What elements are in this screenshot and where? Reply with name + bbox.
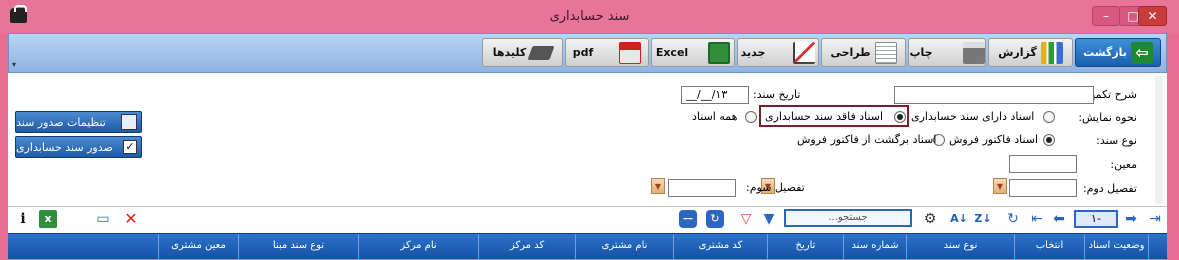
filter-icon[interactable]: ▼: [760, 210, 778, 228]
design-label: طراحی: [830, 46, 871, 59]
issue-doc-button[interactable]: صدور سند حسابداری ✓: [15, 136, 142, 158]
display-mode-label: نحوه نمایش:: [1078, 111, 1137, 124]
tafsil2-input[interactable]: [1009, 179, 1077, 197]
moein-label: معین:: [1110, 158, 1137, 171]
column-header[interactable]: وضعیت اسناد: [1084, 234, 1148, 260]
display-option-all-radio[interactable]: [745, 111, 757, 123]
back-label: بازگشت: [1083, 46, 1127, 59]
doc-settings-label: تنظیمات صدور سند: [16, 115, 106, 129]
printer-icon: [962, 41, 985, 64]
column-header[interactable]: نام مرکز: [358, 234, 478, 260]
pdf-label: pdf: [572, 46, 594, 59]
pdf-button[interactable]: pdf: [565, 38, 649, 67]
settings-doc-icon: [121, 114, 137, 130]
column-header[interactable]: معین مشتری: [158, 234, 238, 260]
export-excel-icon[interactable]: x: [39, 210, 57, 228]
keyboard-icon: [527, 45, 555, 60]
doc-type-label: نوع سند:: [1096, 134, 1137, 147]
doc-date-input[interactable]: __/__/۱۳: [681, 86, 749, 104]
column-header[interactable]: کد مرکز: [478, 234, 575, 260]
design-button[interactable]: طراحی: [821, 38, 906, 67]
clear-filter-icon[interactable]: ▽: [737, 210, 755, 228]
collapse-icon[interactable]: −: [679, 210, 697, 228]
column-header[interactable]: تاریخ: [767, 234, 843, 260]
display-option-with-doc-radio[interactable]: [1043, 111, 1055, 123]
doc-type-sales-radio[interactable]: [1043, 134, 1055, 146]
first-record-icon[interactable]: ⇤: [1028, 210, 1046, 228]
display-option-all-label: همه اسناد: [692, 110, 738, 123]
new-label: جدید: [740, 46, 766, 59]
window-icon[interactable]: ▭: [94, 210, 112, 228]
report-label: گزارش: [998, 46, 1037, 59]
back-button[interactable]: بازگشت ⇦: [1075, 38, 1161, 67]
tafsil3-label: تفصیل سوم:: [746, 181, 805, 194]
next-record-icon[interactable]: ➡: [1122, 210, 1140, 228]
doc-settings-button[interactable]: تنظیمات صدور سند: [15, 111, 142, 133]
design-icon: [874, 41, 897, 64]
expand-icon[interactable]: ↻: [706, 210, 724, 228]
delete-icon[interactable]: ✕: [122, 210, 140, 228]
close-button[interactable]: ✕: [1138, 6, 1167, 26]
prev-record-icon[interactable]: ⬅: [1050, 210, 1068, 228]
highlight-box: [759, 105, 909, 127]
info-icon[interactable]: i: [14, 210, 32, 228]
page-number-input[interactable]: ۱-: [1074, 210, 1118, 228]
column-header[interactable]: نوع سند مبنا: [238, 234, 358, 260]
form-scrollbar[interactable]: [1155, 76, 1163, 204]
print-button[interactable]: چاپ: [908, 38, 986, 67]
issue-doc-label: صدور سند حسابداری: [16, 140, 113, 154]
report-button[interactable]: گزارش: [988, 38, 1073, 67]
grid-select-all[interactable]: [1148, 234, 1167, 260]
tafsil3-dropdown-icon[interactable]: ▼: [651, 178, 665, 194]
navigator-bar: ⇥ ➡ ۱- ⬅ ⇤ ↻ Z↓ A↓ ⚙ ...جستجو ▼ ▽ ↻ − ✕ …: [8, 206, 1167, 230]
settings-gear-icon[interactable]: ⚙: [921, 210, 939, 228]
doc-type-sales-label: اسناد فاکتور فروش: [949, 133, 1039, 146]
sort-asc-icon[interactable]: A↓: [950, 210, 968, 228]
checkbox-icon: ✓: [123, 140, 137, 154]
keys-label: کلیدها: [492, 46, 527, 59]
refresh-icon[interactable]: ↻: [1004, 210, 1022, 228]
doc-type-return-label: اسناد برگشت از فاکتور فروش: [797, 133, 937, 146]
tafsil3-input[interactable]: [668, 179, 736, 197]
client-area: ▾ بازگشت ⇦ گزارش چاپ طراحی جدید Excel pd…: [8, 33, 1167, 260]
toolbar-grip-icon[interactable]: ▾: [12, 60, 16, 69]
moein-input[interactable]: [1009, 155, 1077, 173]
extra-desc-input[interactable]: [894, 86, 1094, 104]
window-title: سند حسابداری: [549, 9, 630, 24]
pdf-icon: [619, 41, 642, 64]
line-chart-icon: [793, 41, 816, 64]
column-header[interactable]: نوع سند: [906, 234, 1014, 260]
excel-button[interactable]: Excel: [651, 38, 735, 67]
print-label: چاپ: [909, 46, 933, 59]
grid-header: وضعیت اسناد انتخاب نوع سند شماره سند تار…: [8, 233, 1167, 260]
new-button[interactable]: جدید: [737, 38, 819, 67]
column-header[interactable]: کد مشتری: [673, 234, 767, 260]
column-header[interactable]: شماره سند: [843, 234, 906, 260]
doc-date-label: تاریخ سند:: [753, 88, 801, 101]
moein-dropdown-icon[interactable]: ▼: [993, 178, 1007, 194]
last-record-icon[interactable]: ⇥: [1146, 210, 1164, 228]
minimize-button[interactable]: –: [1092, 6, 1120, 26]
display-option-with-doc-label: اسناد دارای سند حسابداری: [911, 110, 1035, 123]
keys-button[interactable]: کلیدها: [482, 38, 563, 67]
main-toolbar: ▾ بازگشت ⇦ گزارش چاپ طراحی جدید Excel pd…: [8, 33, 1167, 73]
column-header[interactable]: انتخاب: [1014, 234, 1084, 260]
excel-label: Excel: [655, 46, 689, 59]
excel-icon: [708, 41, 731, 64]
title-bar: سند حسابداری – □ ✕: [0, 0, 1179, 33]
bar-chart-icon: [1040, 41, 1063, 64]
column-header[interactable]: نام مشتری: [575, 234, 673, 260]
back-arrow-icon: ⇦: [1130, 41, 1153, 64]
sort-desc-icon[interactable]: Z↓: [974, 210, 992, 228]
tafsil2-label: تفصیل دوم:: [1082, 182, 1137, 195]
search-input[interactable]: ...جستجو: [784, 209, 912, 227]
